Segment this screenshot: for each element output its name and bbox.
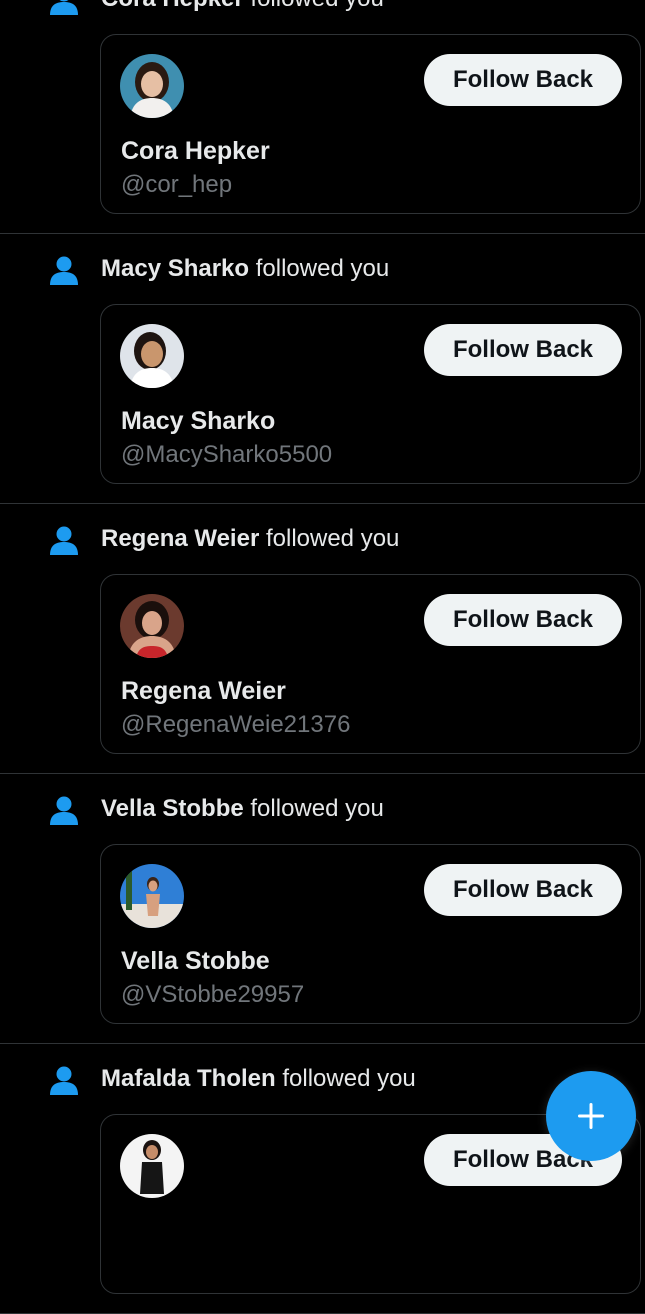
- notification-item[interactable]: Macy Sharko followed you Macy Sharko @Ma…: [0, 234, 645, 504]
- avatar[interactable]: [120, 54, 184, 118]
- user-handle: @cor_hep: [121, 171, 233, 198]
- follow-back-button[interactable]: Follow Back: [424, 594, 622, 646]
- person-icon: [50, 796, 78, 825]
- user-card[interactable]: Vella Stobbe @VStobbe29957 Follow Back: [100, 844, 641, 1024]
- notification-item[interactable]: Cora Hepker followed you Cora Hepker @co…: [0, 0, 645, 234]
- follower-name-link[interactable]: Cora Hepker: [101, 0, 244, 12]
- avatar[interactable]: [120, 594, 184, 658]
- user-display-name[interactable]: Regena Weier: [121, 675, 286, 707]
- follower-name-link[interactable]: Macy Sharko: [101, 255, 249, 282]
- notification-action-text: followed you: [243, 795, 384, 822]
- avatar[interactable]: [120, 864, 184, 928]
- user-display-name[interactable]: Vella Stobbe: [121, 945, 270, 977]
- user-card[interactable]: Regena Weier @RegenaWeie21376 Follow Bac…: [100, 574, 641, 754]
- avatar[interactable]: [120, 324, 184, 388]
- follower-name-link[interactable]: Regena Weier: [101, 525, 259, 552]
- follow-back-button[interactable]: Follow Back: [424, 864, 622, 916]
- follow-back-button[interactable]: Follow Back: [424, 54, 622, 106]
- notification-headline: Regena Weier followed you: [101, 523, 399, 555]
- notification-item[interactable]: Vella Stobbe followed you Vella Stobbe @…: [0, 774, 645, 1044]
- notification-action-text: followed you: [244, 0, 383, 12]
- notification-item[interactable]: Regena Weier followed you Regena Weier @…: [0, 504, 645, 774]
- compose-fab-button[interactable]: [546, 1071, 636, 1161]
- follow-back-button[interactable]: Follow Back: [424, 324, 622, 376]
- person-icon: [50, 1066, 78, 1095]
- follower-name-link[interactable]: Vella Stobbe: [101, 795, 244, 822]
- user-card[interactable]: Macy Sharko @MacySharko5500 Follow Back: [100, 304, 641, 484]
- notification-action-text: followed you: [249, 255, 390, 282]
- notification-action-text: followed you: [275, 1065, 416, 1092]
- notification-action-text: followed you: [259, 525, 400, 552]
- notification-headline: Vella Stobbe followed you: [101, 793, 384, 825]
- follower-name-link[interactable]: Mafalda Tholen: [101, 1065, 276, 1092]
- person-icon: [50, 256, 78, 285]
- notification-headline: Cora Hepker followed you: [101, 0, 384, 15]
- user-handle: @MacySharko5500: [121, 441, 333, 468]
- person-icon: [50, 526, 78, 555]
- user-handle: @RegenaWeie21376: [121, 711, 351, 738]
- user-display-name[interactable]: Macy Sharko: [121, 405, 275, 437]
- user-handle: @VStobbe29957: [121, 981, 305, 1008]
- user-display-name[interactable]: Cora Hepker: [121, 135, 270, 167]
- user-card[interactable]: Cora Hepker @cor_hep Follow Back: [100, 34, 641, 214]
- avatar[interactable]: [120, 1134, 184, 1198]
- notification-item[interactable]: Mafalda Tholen followed you Follow Back: [0, 1044, 645, 1314]
- plus-icon: [578, 1103, 604, 1129]
- person-icon: [50, 0, 78, 15]
- notification-headline: Mafalda Tholen followed you: [101, 1063, 416, 1095]
- notification-headline: Macy Sharko followed you: [101, 253, 389, 285]
